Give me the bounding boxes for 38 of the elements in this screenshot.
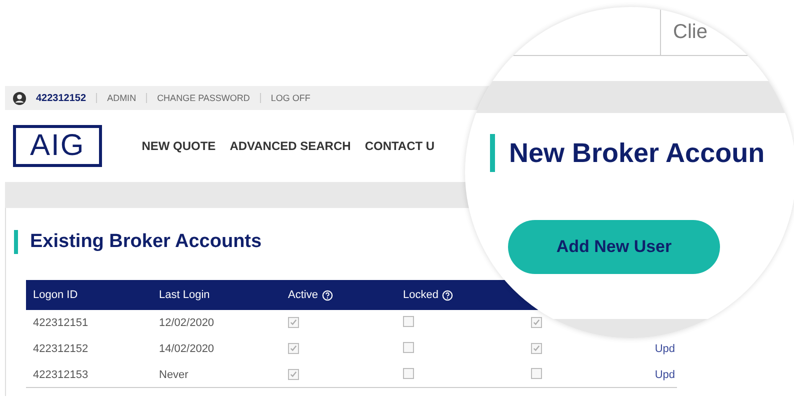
checkbox[interactable] [403, 342, 414, 352]
column-header: Active [288, 289, 318, 301]
top-link[interactable]: ADMIN [107, 93, 136, 103]
help-icon[interactable] [322, 290, 333, 300]
help-icon[interactable] [442, 290, 454, 300]
table-cell-text: 12/02/2020 [159, 316, 216, 328]
accent-bar [14, 230, 18, 254]
column-header: Locked [403, 289, 438, 301]
update-link[interactable]: Upd [654, 368, 677, 380]
checkbox[interactable] [288, 316, 299, 328]
table-cell-text: 14/02/2020 [159, 342, 216, 354]
checkbox[interactable] [531, 342, 542, 354]
nav-link[interactable]: NEW QUOTE [142, 139, 216, 153]
checkbox[interactable] [531, 316, 542, 328]
update-link[interactable]: Upd [654, 342, 677, 354]
checkbox[interactable] [288, 368, 299, 380]
column-header: Logon ID [33, 289, 78, 301]
column-header: Last Login [159, 289, 210, 301]
accent-bar [490, 134, 495, 172]
nav-link[interactable]: CONTACT U [364, 139, 435, 153]
tab-label[interactable]: Clie [661, 7, 708, 55]
table-cell-text: 422312151 [33, 316, 90, 328]
table-cell-text: Never [159, 368, 190, 380]
top-link[interactable]: LOG OFF [270, 93, 310, 103]
user-icon [13, 92, 26, 104]
section-title: Existing Broker Accounts [30, 231, 262, 253]
logo[interactable]: AIG [13, 125, 102, 167]
checkbox[interactable] [403, 316, 414, 326]
nav-link[interactable]: ADVANCED SEARCH [230, 139, 351, 153]
top-link[interactable]: CHANGE PASSWORD [157, 93, 250, 103]
checkbox[interactable] [531, 368, 542, 378]
table-cell-text: 422312152 [33, 342, 90, 354]
add-user-button[interactable]: Add New User [508, 220, 720, 274]
table-cell-text: 422312153 [33, 368, 90, 380]
section-title: New Broker Accoun [509, 138, 765, 168]
checkbox[interactable] [403, 368, 414, 378]
user-id: 422312152 [36, 92, 86, 104]
checkbox[interactable] [288, 342, 299, 354]
